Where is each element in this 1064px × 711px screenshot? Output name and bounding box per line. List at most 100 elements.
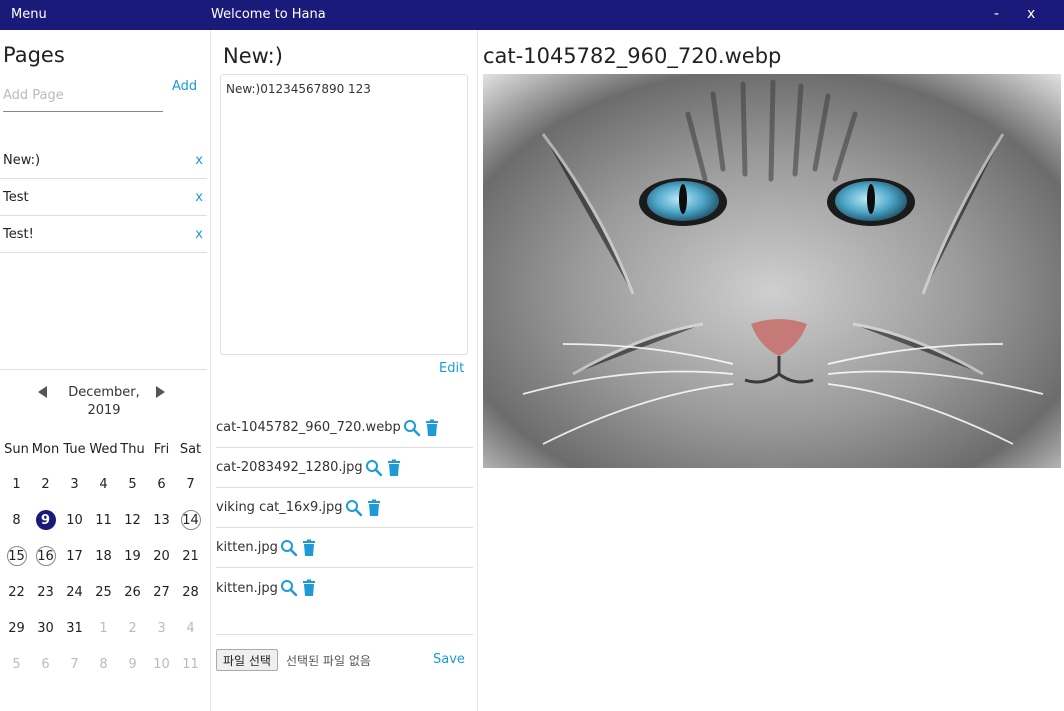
minimize-button[interactable]: - (994, 6, 999, 22)
delete-page-button[interactable]: x (195, 190, 203, 205)
search-icon[interactable] (403, 419, 421, 437)
file-item: cat-2083492_1280.jpg (216, 448, 473, 488)
calendar-week-row: 8 9 10 11 12 13 14 (2, 502, 209, 538)
page-item[interactable]: Test! x (0, 216, 207, 253)
calendar-day-number: 8 (12, 512, 21, 528)
calendar-day[interactable]: 17 (60, 538, 89, 574)
calendar-day[interactable]: 7 (176, 466, 205, 502)
calendar-day[interactable]: 8 (89, 646, 118, 682)
file-name[interactable]: viking cat_16x9.jpg (216, 500, 343, 515)
prev-month-icon[interactable] (38, 386, 47, 398)
calendar-day[interactable]: 1 (2, 466, 31, 502)
calendar-day[interactable]: 30 (31, 610, 60, 646)
calendar-weekday: Fri (153, 441, 170, 457)
calendar-day-number: 14 (180, 510, 201, 530)
trash-icon[interactable] (300, 539, 318, 557)
file-name[interactable]: kitten.jpg (216, 540, 278, 555)
calendar-day[interactable]: 18 (89, 538, 118, 574)
calendar-day[interactable]: 2 (31, 466, 60, 502)
calendar-day[interactable]: 31 (60, 610, 89, 646)
note-editor[interactable]: New:)01234567890 123 (220, 74, 468, 355)
calendar-day[interactable]: 20 (147, 538, 176, 574)
calendar-day[interactable]: 23 (31, 574, 60, 610)
calendar-day[interactable]: 3 (60, 466, 89, 502)
page-item[interactable]: Test x (0, 179, 207, 216)
calendar-day[interactable]: 15 (2, 538, 31, 574)
calendar-weekday: Sat (179, 441, 202, 457)
calendar-day-number: 8 (99, 656, 108, 672)
page-item[interactable]: New:) x (0, 142, 207, 179)
calendar-day[interactable]: 10 (60, 502, 89, 538)
calendar-day[interactable]: 7 (60, 646, 89, 682)
calendar-day[interactable]: 24 (60, 574, 89, 610)
calendar-day[interactable]: 26 (118, 574, 147, 610)
save-button[interactable]: Save (433, 652, 465, 667)
calendar-day[interactable]: 9 (31, 502, 60, 538)
calendar-day-number: 3 (157, 620, 166, 636)
add-page-button[interactable]: Add (172, 79, 197, 94)
search-icon[interactable] (280, 579, 298, 597)
calendar-day[interactable]: 12 (118, 502, 147, 538)
calendar-day[interactable]: 5 (2, 646, 31, 682)
calendar-week-row: 1 2 3 4 5 6 7 (2, 466, 209, 502)
calendar-day[interactable]: 5 (118, 466, 147, 502)
calendar-day-number: 12 (124, 512, 141, 528)
close-button[interactable]: x (1027, 6, 1035, 22)
calendar-day[interactable]: 10 (147, 646, 176, 682)
calendar-day[interactable]: 8 (2, 502, 31, 538)
file-name[interactable]: cat-1045782_960_720.webp (216, 420, 401, 435)
page-item-label[interactable]: Test (3, 190, 29, 205)
file-name[interactable]: cat-2083492_1280.jpg (216, 460, 363, 475)
calendar-day[interactable]: 4 (89, 466, 118, 502)
page-item-label[interactable]: Test! (3, 227, 34, 242)
search-icon[interactable] (365, 459, 383, 477)
page-item-label[interactable]: New:) (3, 153, 40, 168)
calendar-day-number: 13 (153, 512, 170, 528)
menu-button[interactable]: Menu (11, 7, 47, 22)
calendar-day-number: 28 (182, 584, 199, 600)
calendar-month: December, (68, 385, 140, 400)
calendar-day[interactable]: 22 (2, 574, 31, 610)
calendar-day[interactable]: 2 (118, 610, 147, 646)
add-page-input[interactable] (3, 80, 163, 112)
calendar-day[interactable]: 29 (2, 610, 31, 646)
next-month-icon[interactable] (156, 386, 165, 398)
calendar-month-label: December, 2019 (60, 384, 148, 420)
page-list: New:) x Test x Test! x (0, 142, 207, 253)
calendar-day-number: 31 (66, 620, 83, 636)
calendar-day[interactable]: 13 (147, 502, 176, 538)
file-item: kitten.jpg (216, 568, 473, 608)
calendar-day[interactable]: 11 (176, 646, 205, 682)
calendar-day[interactable]: 14 (176, 502, 205, 538)
calendar-day[interactable]: 4 (176, 610, 205, 646)
calendar-day[interactable]: 21 (176, 538, 205, 574)
calendar-day[interactable]: 11 (89, 502, 118, 538)
trash-icon[interactable] (300, 579, 318, 597)
calendar-day[interactable]: 27 (147, 574, 176, 610)
calendar-day-number: 3 (70, 476, 79, 492)
calendar-day-number: 7 (186, 476, 195, 492)
calendar-day-number: 4 (186, 620, 195, 636)
trash-icon[interactable] (385, 459, 403, 477)
calendar-day[interactable]: 1 (89, 610, 118, 646)
delete-page-button[interactable]: x (195, 227, 203, 242)
search-icon[interactable] (280, 539, 298, 557)
note-panel: New:) New:)01234567890 123 Edit cat-1045… (211, 30, 478, 711)
search-icon[interactable] (345, 499, 363, 517)
calendar-day[interactable]: 6 (147, 466, 176, 502)
file-name[interactable]: kitten.jpg (216, 581, 278, 596)
trash-icon[interactable] (423, 419, 441, 437)
calendar-day[interactable]: 6 (31, 646, 60, 682)
calendar-day[interactable]: 28 (176, 574, 205, 610)
pages-heading: Pages (3, 43, 65, 67)
calendar-day[interactable]: 25 (89, 574, 118, 610)
calendar-day[interactable]: 16 (31, 538, 60, 574)
calendar-day[interactable]: 19 (118, 538, 147, 574)
calendar-day[interactable]: 9 (118, 646, 147, 682)
choose-file-button[interactable]: 파일 선택 (216, 649, 278, 671)
trash-icon[interactable] (365, 499, 383, 517)
edit-button[interactable]: Edit (439, 361, 464, 376)
calendar-day-number: 26 (124, 584, 141, 600)
calendar-day[interactable]: 3 (147, 610, 176, 646)
delete-page-button[interactable]: x (195, 153, 203, 168)
